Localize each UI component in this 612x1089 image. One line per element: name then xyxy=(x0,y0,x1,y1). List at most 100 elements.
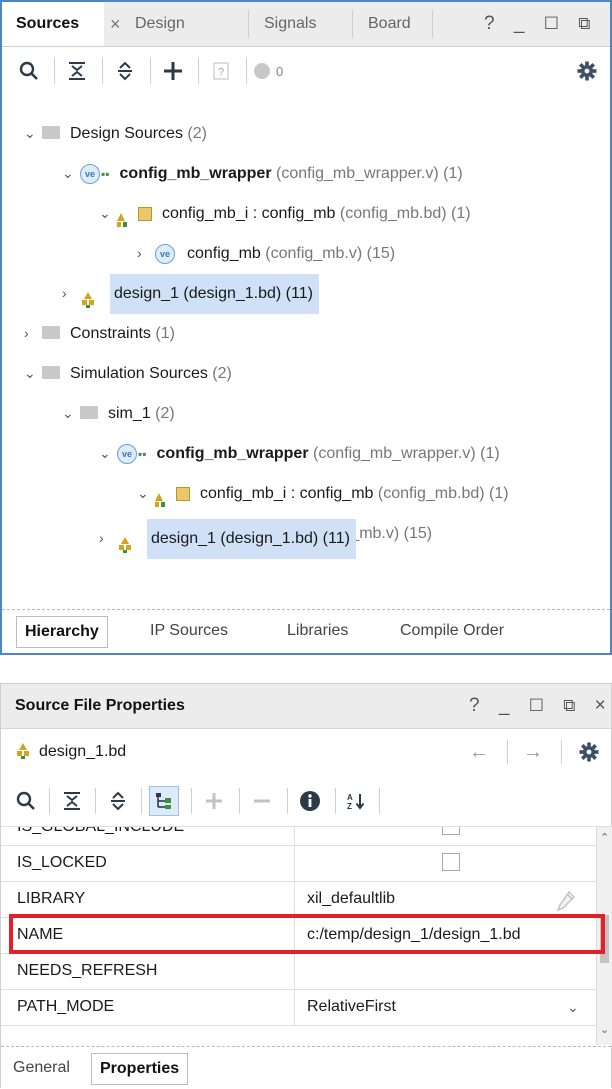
collapse-all-icon[interactable] xyxy=(62,48,92,94)
add-icon[interactable] xyxy=(199,776,229,826)
panel-title: Source File Properties xyxy=(15,697,185,714)
chevron-right-icon[interactable]: › xyxy=(62,273,80,313)
info-icon[interactable] xyxy=(295,776,325,826)
sources-toolbar: ? 0 xyxy=(2,48,610,94)
tab-general[interactable]: General xyxy=(13,1053,70,1083)
property-row[interactable]: LIBRARY xil_defaultlib xyxy=(1,881,597,918)
tab-libraries[interactable]: Libraries xyxy=(287,616,348,646)
tree-item-constraints[interactable]: › Constraints (1) xyxy=(24,313,175,353)
chevron-right-icon[interactable]: › xyxy=(24,313,42,353)
tab-design[interactable]: Design xyxy=(135,2,185,46)
property-row[interactable]: NEEDS_REFRESH xyxy=(1,953,597,990)
forward-arrow-icon[interactable]: → xyxy=(523,728,543,776)
close-tab-icon[interactable]: × xyxy=(110,2,121,46)
status-count: 0 xyxy=(276,63,284,79)
sort-az-icon[interactable]: AZ xyxy=(341,776,371,826)
gear-icon[interactable] xyxy=(572,48,602,94)
maximize-icon[interactable]: ☐ xyxy=(529,684,544,728)
selected-file-row: design_1.bd ← → xyxy=(1,728,611,776)
tree-item-design-sources[interactable]: ⌄ Design Sources (2) xyxy=(24,113,207,153)
expand-all-icon[interactable] xyxy=(110,48,140,94)
tree-item-simulation-sources[interactable]: ⌄ Simulation Sources (2) xyxy=(24,353,232,393)
selected-file-name: design_1.bd xyxy=(39,743,127,760)
property-row[interactable]: PATH_MODE RelativeFirst ⌄ xyxy=(1,989,597,1026)
tree-item-config-mb-wrapper[interactable]: ⌄ ve ▪▪ config_mb_wrapper (config_mb_wrappe… xyxy=(62,153,463,193)
block-design-icon xyxy=(117,530,137,553)
expand-all-icon[interactable] xyxy=(103,776,133,826)
chevron-down-icon[interactable]: ⌄ xyxy=(62,153,80,193)
sources-panel: Sources × Design Signals Board ? _ ☐ ⧉ ?… xyxy=(0,0,612,655)
chevron-down-icon[interactable]: ⌄ xyxy=(99,433,117,473)
chevron-right-icon[interactable]: › xyxy=(99,518,117,558)
status-dot-icon xyxy=(254,63,270,79)
remove-icon[interactable] xyxy=(247,776,277,826)
block-design-icon xyxy=(80,285,100,308)
properties-titlebar: Source File Properties ? _ ☐ ⧉ × xyxy=(1,684,611,729)
highlight-annotation xyxy=(9,914,605,954)
window-controls: ? _ ☐ ⧉ × xyxy=(455,684,606,728)
chevron-down-icon[interactable]: ⌄ xyxy=(62,393,80,433)
tab-compile-order[interactable]: Compile Order xyxy=(400,616,504,646)
folder-icon xyxy=(42,126,60,139)
tree-item-sim-1[interactable]: ⌄ sim_1 (2) xyxy=(62,393,175,433)
add-icon[interactable] xyxy=(158,48,188,94)
svg-text:A: A xyxy=(347,793,353,802)
window-controls: ? _ ☐ ⧉ xyxy=(470,2,590,46)
chevron-down-icon[interactable]: ⌄ xyxy=(137,473,155,513)
block-design-icon xyxy=(117,205,137,227)
verilog-icon: ve xyxy=(155,243,175,264)
minimize-icon[interactable]: _ xyxy=(514,2,525,46)
folder-icon xyxy=(80,406,98,419)
back-arrow-icon[interactable]: ← xyxy=(469,728,489,776)
checkbox[interactable] xyxy=(442,827,460,835)
tree-item-sim-config-mb-wrapper[interactable]: ⌄ ve ▪▪ config_mb_wrapper (config_mb_wrappe… xyxy=(99,433,500,473)
gear-icon[interactable] xyxy=(579,742,599,767)
svg-text:?: ? xyxy=(218,67,224,79)
maximize-icon[interactable]: ☐ xyxy=(544,2,559,46)
chevron-down-icon[interactable]: ⌄ xyxy=(567,989,579,1025)
scroll-down-icon[interactable]: ⌄ xyxy=(600,1023,609,1036)
chevron-down-icon[interactable]: ⌄ xyxy=(99,193,117,233)
status-indicator[interactable]: 0 xyxy=(254,48,304,94)
help-doc-icon[interactable]: ? xyxy=(206,48,236,94)
float-icon[interactable]: ⧉ xyxy=(578,2,590,46)
tab-signals[interactable]: Signals xyxy=(264,2,316,46)
tab-ip-sources[interactable]: IP Sources xyxy=(150,616,228,646)
collapse-all-icon[interactable] xyxy=(57,776,87,826)
search-icon[interactable] xyxy=(14,48,44,94)
tree-view-icon[interactable] xyxy=(149,776,179,826)
chevron-right-icon[interactable]: › xyxy=(137,233,155,273)
tree-item-sim-config-mb-i[interactable]: ⌄ config_mb_i : config_mb (config_mb.bd) … xyxy=(137,473,509,513)
property-row[interactable]: IS_GLOBAL_INCLUDE xyxy=(1,827,597,846)
tab-sources[interactable]: Sources xyxy=(2,2,104,46)
tree-item-design-1[interactable]: › design_1 (design_1.bd) (11) xyxy=(62,273,372,314)
chevron-down-icon[interactable]: ⌄ xyxy=(24,353,42,393)
source-file-properties-panel: Source File Properties ? _ ☐ ⧉ × design_… xyxy=(0,683,612,1089)
minimize-icon[interactable]: _ xyxy=(499,684,510,728)
tree-item-config-mb[interactable]: › ve config_mb (config_mb.v) (15) xyxy=(137,233,395,273)
block-design-icon xyxy=(155,485,175,507)
sources-bottom-tabs: Hierarchy IP Sources Libraries Compile O… xyxy=(2,609,610,650)
tab-board[interactable]: Board xyxy=(368,2,411,46)
search-icon[interactable] xyxy=(11,776,41,826)
verilog-top-icon: ve xyxy=(117,443,137,464)
tree-item-sim-design-1[interactable]: › design_1 (design_1.bd) (11) xyxy=(99,518,409,559)
properties-bottom-tabs: General Properties xyxy=(1,1046,611,1089)
folder-icon xyxy=(42,326,60,339)
folder-icon xyxy=(42,366,60,379)
tab-hierarchy[interactable]: Hierarchy xyxy=(16,616,108,648)
checkbox[interactable] xyxy=(442,853,460,871)
chevron-down-icon[interactable]: ⌄ xyxy=(24,113,42,153)
help-icon[interactable]: ? xyxy=(469,684,480,728)
close-icon[interactable]: × xyxy=(595,684,606,728)
scroll-up-icon[interactable]: ⌃ xyxy=(600,831,609,844)
float-icon[interactable]: ⧉ xyxy=(563,684,575,728)
properties-toolbar: AZ xyxy=(1,776,611,826)
svg-text:Z: Z xyxy=(347,802,352,811)
help-icon[interactable]: ? xyxy=(484,2,495,46)
tree-item-config-mb-i[interactable]: ⌄ config_mb_i : config_mb (config_mb.bd) … xyxy=(99,193,471,233)
verilog-top-icon: ve xyxy=(80,163,100,184)
tab-properties[interactable]: Properties xyxy=(91,1053,189,1085)
property-row[interactable]: IS_LOCKED xyxy=(1,845,597,882)
sources-tabbar: Sources × Design Signals Board ? _ ☐ ⧉ xyxy=(2,2,610,47)
